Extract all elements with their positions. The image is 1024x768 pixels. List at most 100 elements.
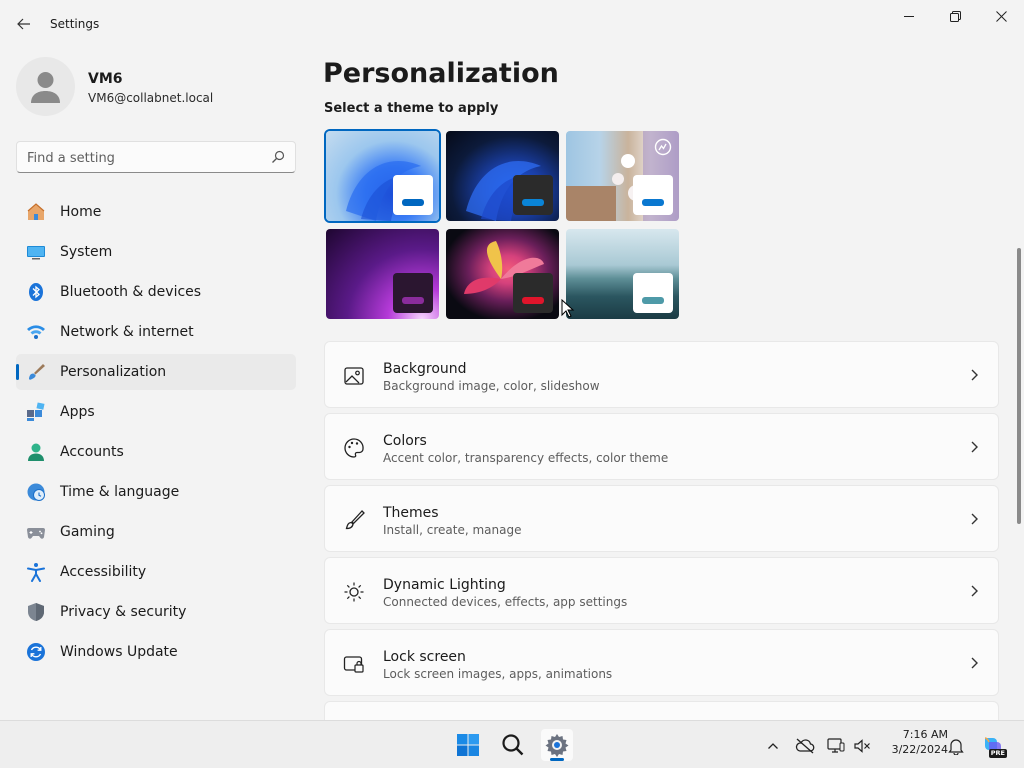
accessibility-icon [27, 563, 45, 582]
background-card[interactable]: Background Background image, color, slid… [324, 341, 999, 408]
sidebar-item-label: Windows Update [60, 644, 178, 660]
clock-date: 3/22/2024 [891, 743, 948, 756]
chevron-right-icon [971, 369, 978, 381]
card-subtitle: Accent color, transparency effects, colo… [383, 451, 669, 465]
sidebar-item-windows-update[interactable]: Windows Update [16, 634, 296, 670]
theme-window-preview [393, 273, 433, 313]
onedrive-tray-button[interactable] [794, 735, 816, 757]
theme-window-preview [633, 175, 673, 215]
settings-taskbar-button[interactable] [541, 729, 573, 761]
update-icon [27, 643, 45, 661]
sidebar-item-label: Time & language [60, 484, 180, 500]
theme-window-preview [393, 175, 433, 215]
sidebar-item-accounts[interactable]: Accounts [16, 434, 296, 470]
gamepad-icon [27, 528, 45, 539]
chevron-right-icon [971, 585, 978, 597]
back-button[interactable] [12, 12, 36, 36]
sidebar-item-label: System [60, 244, 113, 260]
arrow-left-icon [17, 18, 30, 30]
user-email: VM6@collabnet.local [88, 91, 214, 105]
theme-thumbnail-flow[interactable] [566, 229, 679, 319]
system-icon [27, 246, 45, 260]
user-icon [31, 72, 60, 103]
maximize-button[interactable] [932, 0, 978, 32]
sidebar-item-accessibility[interactable]: Accessibility [16, 554, 296, 590]
gear-icon [545, 734, 569, 757]
theme-thumbnail-captured-motion[interactable] [446, 229, 559, 319]
wifi-icon [27, 325, 45, 339]
copilot-button[interactable]: PRE [979, 735, 1007, 758]
brush-icon [345, 510, 365, 530]
palette-icon [344, 438, 364, 458]
sidebar-item-gaming[interactable]: Gaming [16, 514, 296, 550]
theme-thumbnail-windows-dark[interactable] [446, 131, 559, 221]
card-title: Colors [383, 433, 427, 449]
title-bar: Settings [0, 0, 1024, 48]
search-box[interactable] [16, 141, 296, 173]
clock[interactable]: 7:16 AM 3/22/2024 [878, 727, 948, 757]
sidebar-item-personalization[interactable]: Personalization [16, 354, 296, 390]
sidebar-item-time-language[interactable]: Time & language [16, 474, 296, 510]
page-title: Personalization [323, 58, 559, 89]
start-button[interactable] [452, 729, 484, 761]
apps-icon [27, 402, 45, 421]
chevron-up-icon [768, 743, 778, 749]
show-hidden-icons-button[interactable] [762, 735, 784, 757]
sidebar-item-bluetooth-devices[interactable]: Bluetooth & devices [16, 274, 296, 310]
avatar[interactable] [16, 57, 75, 116]
accounts-icon [28, 443, 44, 461]
bell-icon [948, 739, 964, 755]
sidebar-item-apps[interactable]: Apps [16, 394, 296, 430]
sidebar-item-home[interactable]: Home [16, 194, 296, 230]
sidebar-item-label: Apps [60, 404, 95, 420]
cloud-offline-icon [795, 738, 815, 754]
sidebar-item-label: Network & internet [60, 324, 194, 340]
search-taskbar-button[interactable] [497, 729, 529, 761]
speaker-muted-icon [854, 739, 870, 753]
theme-thumbnail-glow[interactable] [326, 229, 439, 319]
minimize-button[interactable] [886, 0, 932, 32]
card-title: Lock screen [383, 649, 466, 665]
search-input[interactable] [27, 148, 267, 168]
dynamic-lighting-card[interactable]: Dynamic Lighting Connected devices, effe… [324, 557, 999, 624]
taskbar: PRE [0, 720, 1024, 768]
volume-tray-button[interactable] [851, 735, 873, 757]
theme-window-preview [513, 175, 553, 215]
notifications-button[interactable] [945, 735, 967, 757]
paintbrush-icon [28, 364, 45, 380]
theme-section-label: Select a theme to apply [324, 101, 499, 116]
close-icon [995, 10, 1007, 22]
search-icon [272, 150, 285, 163]
theme-thumbnail-windows-light[interactable] [326, 131, 439, 221]
colors-card[interactable]: Colors Accent color, transparency effect… [324, 413, 999, 480]
shield-icon [28, 603, 44, 621]
monitor-icon [827, 738, 845, 753]
sidebar-item-privacy-security[interactable]: Privacy & security [16, 594, 296, 630]
card-subtitle: Lock screen images, apps, animations [383, 667, 613, 681]
scrollbar-thumb[interactable] [1017, 248, 1021, 524]
windows-logo-icon [457, 734, 479, 756]
search-icon [502, 734, 524, 756]
active-app-indicator [550, 758, 564, 761]
sidebar-item-system[interactable]: System [16, 234, 296, 270]
sidebar-item-label: Accounts [60, 444, 124, 460]
bluetooth-icon [29, 283, 43, 301]
app-title: Settings [50, 17, 100, 31]
chevron-right-icon [971, 441, 978, 453]
restore-icon [949, 10, 961, 22]
sidebar-item-label: Accessibility [60, 564, 147, 580]
lock-screen-card[interactable]: Lock screen Lock screen images, apps, an… [324, 629, 999, 696]
sidebar-item-label: Gaming [60, 524, 115, 540]
sidebar-item-label: Bluetooth & devices [60, 284, 202, 300]
display-tray-button[interactable] [825, 735, 847, 757]
sidebar-item-label: Privacy & security [60, 604, 187, 620]
sidebar-nav: Home System Bluetooth & devices Network … [16, 194, 296, 674]
sidebar-item-network[interactable]: Network & internet [16, 314, 296, 350]
clock-globe-icon [27, 483, 45, 501]
themes-card[interactable]: Themes Install, create, manage [324, 485, 999, 552]
home-icon [27, 203, 45, 220]
sidebar-item-label: Home [60, 204, 102, 220]
card-title: Themes [383, 505, 439, 521]
close-button[interactable] [978, 0, 1024, 32]
theme-thumbnail-spotlight[interactable] [566, 131, 679, 221]
